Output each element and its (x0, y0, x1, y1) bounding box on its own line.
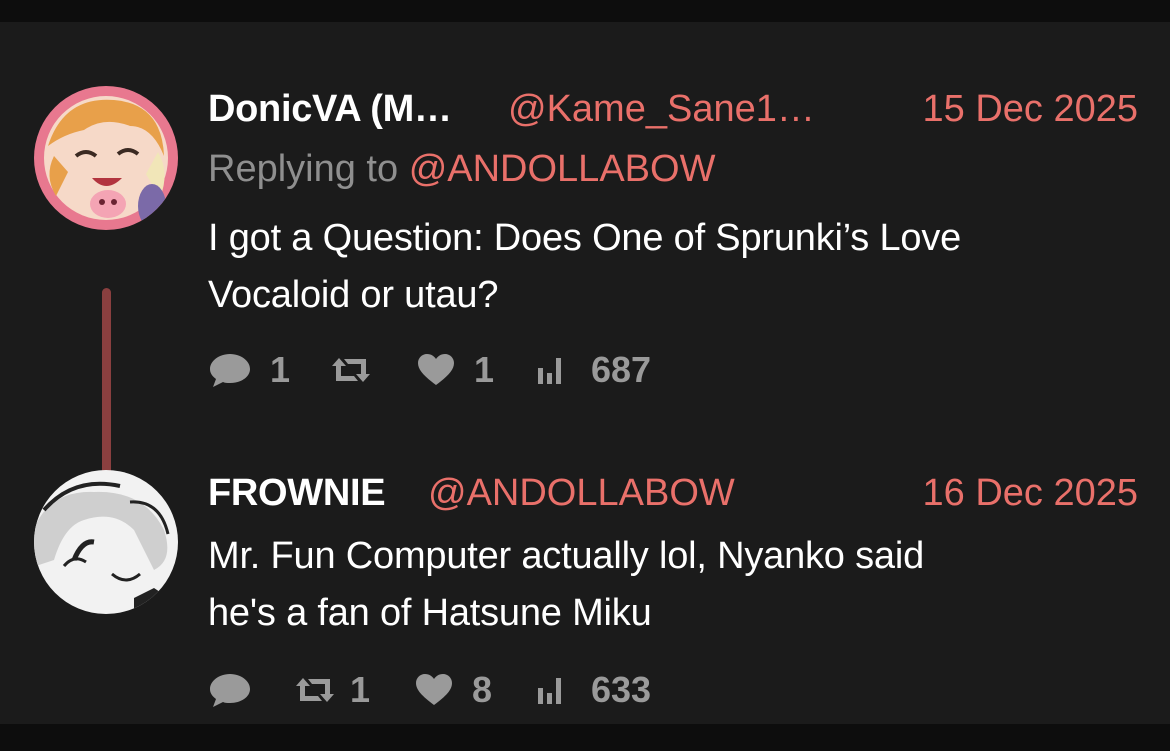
tweet-text-line: I got a Question: Does One of Sprunki’s … (208, 217, 962, 259)
heart-icon (416, 674, 452, 705)
replying-to: Replying to @ANDOLLABOW (208, 146, 715, 192)
reply-bubble-icon (210, 354, 250, 387)
retweet-icon (332, 358, 370, 382)
tweet-actions: 1 1 687 (208, 350, 808, 390)
retweet-icon (296, 678, 334, 702)
thread-connector-line (102, 288, 111, 490)
tweet-text: Mr. Fun Computer actually lol, Nyanko sa… (208, 528, 1138, 642)
avatar[interactable] (34, 86, 178, 230)
tweet-header: DonicVA (M… @Kame_Sane1… 15 Dec 2025 (208, 86, 1138, 132)
views-count: 633 (591, 669, 652, 710)
username-handle[interactable]: @ANDOLLABOW (428, 470, 735, 516)
replying-label: Replying to (208, 148, 399, 190)
like-count: 8 (472, 669, 493, 710)
tweet-header: FROWNIE @ANDOLLABOW 16 Dec 2025 (208, 470, 1138, 516)
thread-panel: DonicVA (M… @Kame_Sane1… 15 Dec 2025 Rep… (0, 22, 1170, 724)
heart-icon (418, 354, 454, 385)
bar-chart-icon (538, 358, 561, 384)
like-count: 1 (474, 349, 495, 390)
tweet-text-line: Vocaloid or utau? (208, 274, 499, 316)
tweet-text-line: Mr. Fun Computer actually lol, Nyanko sa… (208, 535, 925, 577)
reply-bubble-icon (210, 674, 250, 707)
retweet-count: 1 (350, 669, 371, 710)
bar-chart-icon (538, 678, 561, 704)
avatar[interactable] (34, 470, 178, 614)
anime-character-avatar-icon (34, 86, 178, 230)
display-name[interactable]: FROWNIE (208, 470, 386, 516)
reply-count: 1 (270, 349, 291, 390)
username-handle[interactable]: @Kame_Sane1… (508, 86, 815, 132)
sketch-character-avatar-icon (34, 470, 178, 614)
tweet-text: I got a Question: Does One of Sprunki’s … (208, 210, 1138, 324)
tweet-date[interactable]: 16 Dec 2025 (923, 470, 1139, 516)
replying-mention-link[interactable]: @ANDOLLABOW (409, 148, 716, 190)
tweet-actions: 1 8 633 (208, 670, 808, 710)
tweet-date[interactable]: 15 Dec 2025 (923, 86, 1139, 132)
display-name[interactable]: DonicVA (M… (208, 86, 452, 132)
views-count: 687 (591, 349, 652, 390)
tweet-text-line: he's a fan of Hatsune Miku (208, 592, 652, 634)
